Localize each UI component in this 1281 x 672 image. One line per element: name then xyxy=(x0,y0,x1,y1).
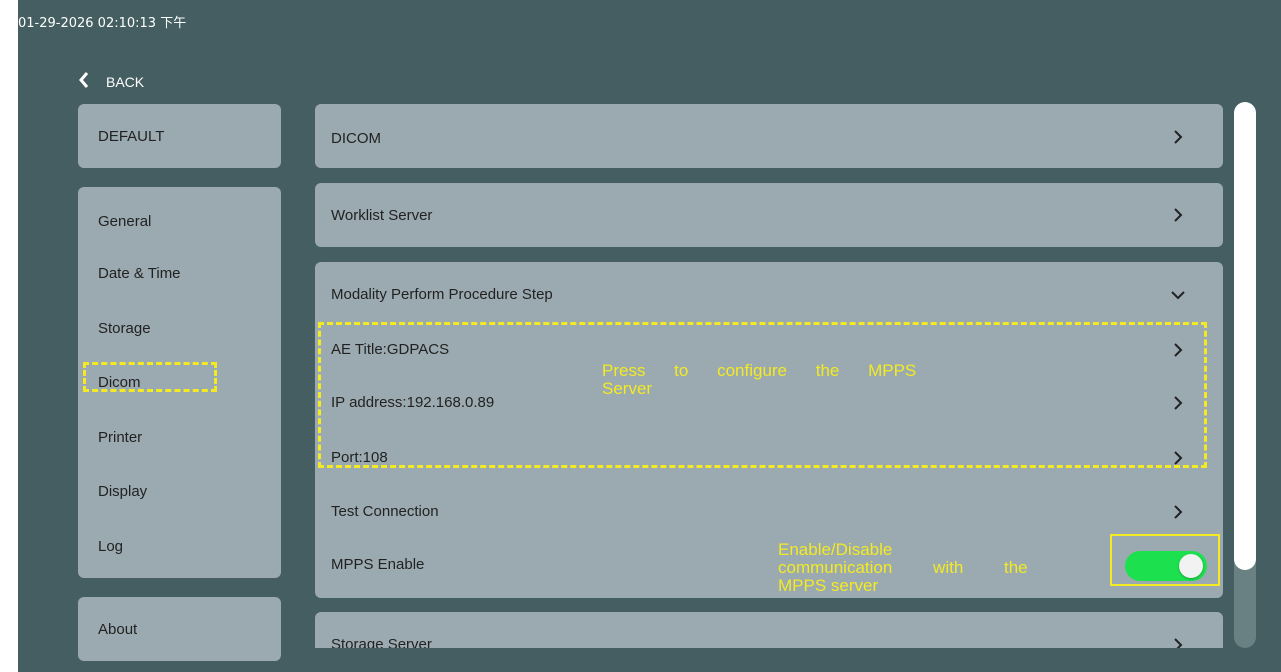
chevron-left-icon xyxy=(78,70,94,90)
sidebar-item-log[interactable]: Log xyxy=(98,538,123,555)
chevron-right-icon xyxy=(1174,130,1183,144)
annotation-text: MPPS server xyxy=(778,576,879,595)
worklist-server-label: Worklist Server xyxy=(331,207,433,224)
default-label: DEFAULT xyxy=(98,128,165,145)
about-label: About xyxy=(98,621,138,638)
sidebar-item-date-time[interactable]: Date & Time xyxy=(98,265,181,282)
back-label: BACK xyxy=(106,73,145,90)
worklist-server-row[interactable]: Worklist Server xyxy=(315,183,1223,247)
annotation-text: Server xyxy=(602,379,653,398)
timestamp: 01-29-2026 02:10:13 下午 xyxy=(18,16,187,31)
annotation-line: Press to configure the MPPS xyxy=(602,362,947,380)
back-button[interactable]: BACK xyxy=(78,70,144,90)
mpps-enable-annotation: Enable/Disable communication with the MP… xyxy=(778,541,1061,595)
chevron-right-icon xyxy=(1174,505,1183,519)
chevron-down-icon xyxy=(1171,291,1185,300)
annotation-text: Press to configure the MPPS xyxy=(602,361,917,380)
chevron-right-icon xyxy=(1174,638,1183,648)
dicom-highlight-box xyxy=(83,362,217,392)
sidebar-item-storage[interactable]: Storage xyxy=(98,320,151,337)
test-connection-row[interactable]: Test Connection xyxy=(315,484,1223,538)
mpps-header[interactable]: Modality Perform Procedure Step xyxy=(315,262,1223,322)
mpps-title: Modality Perform Procedure Step xyxy=(331,286,553,303)
about-button[interactable]: About xyxy=(78,597,281,661)
annotation-text: communication with the xyxy=(778,558,1028,577)
dicom-label: DICOM xyxy=(331,130,381,147)
test-connection-label: Test Connection xyxy=(331,503,439,520)
mpps-config-annotation: Press to configure the MPPS Server xyxy=(602,362,947,398)
mpps-enable-label: MPPS Enable xyxy=(331,556,425,573)
bottom-cover xyxy=(315,648,1223,672)
annotation-text: Enable/Disable xyxy=(778,540,893,559)
settings-screen: 01-29-2026 02:10:13 下午 BACK DEFAULT Gene… xyxy=(18,0,1281,672)
toggle-highlight-box xyxy=(1110,534,1220,586)
dicom-row[interactable]: DICOM xyxy=(315,104,1223,168)
storage-server-row[interactable]: Storage Server xyxy=(315,612,1223,648)
sidebar-item-printer[interactable]: Printer xyxy=(98,429,142,446)
chevron-right-icon xyxy=(1174,208,1183,222)
default-button[interactable]: DEFAULT xyxy=(78,104,281,168)
scrollbar-thumb[interactable] xyxy=(1234,102,1256,570)
sidebar-item-general[interactable]: General xyxy=(98,213,151,230)
sidebar-item-display[interactable]: Display xyxy=(98,483,147,500)
storage-server-label: Storage Server xyxy=(331,636,432,648)
